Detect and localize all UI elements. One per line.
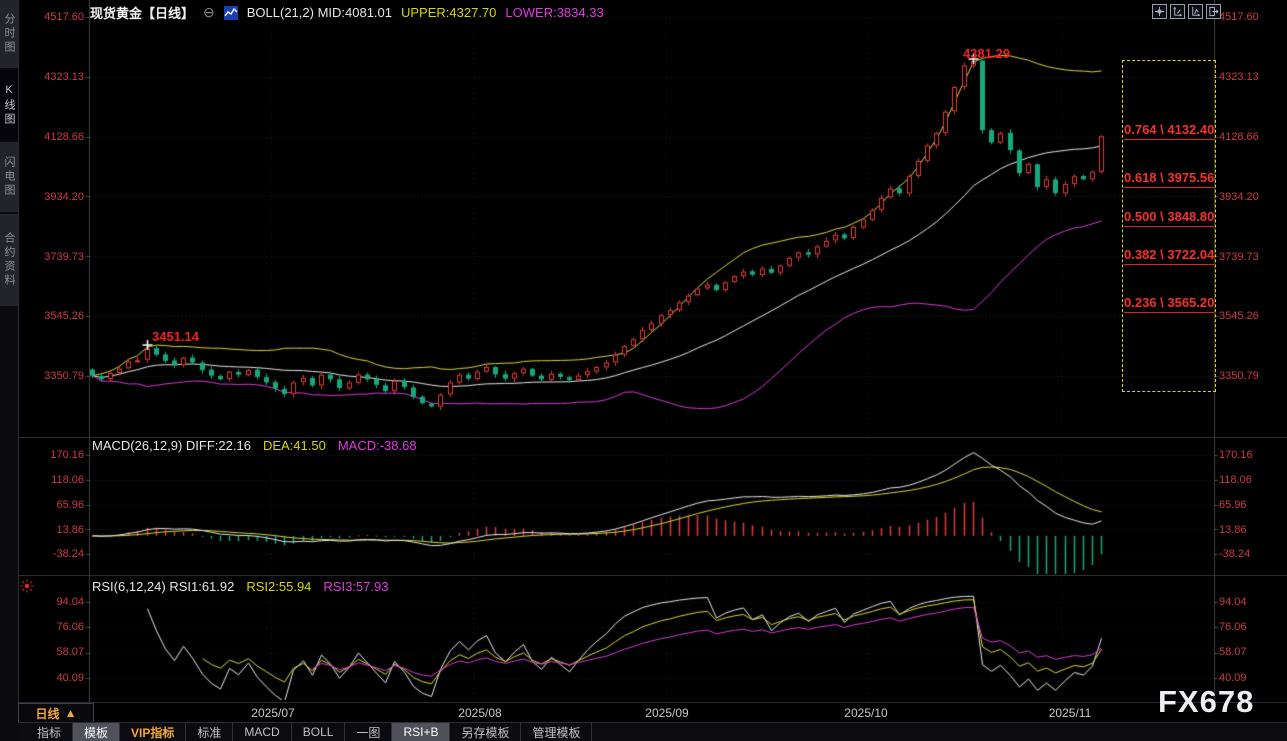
- sidebar-tab-lightning-chart[interactable]: 闪电图: [0, 142, 18, 212]
- tab-indicators[interactable]: 指标: [26, 723, 73, 741]
- macd-tick-label: -38.24: [1219, 548, 1250, 560]
- template-tab-bar: 指标 模板 VIP指标 标准 MACD BOLL 一图 RSI+B 另存模板 管…: [18, 722, 1287, 741]
- price-tick-label: 4323.13: [1219, 71, 1259, 83]
- macd-tick-label: -38.24: [32, 548, 84, 560]
- tab-save-template[interactable]: 另存模板: [450, 723, 521, 741]
- x-axis-month-label: 2025/08: [450, 706, 510, 720]
- rsi2-value: RSI2:55.94: [246, 579, 311, 594]
- price-tick-label: 3739.73: [32, 251, 84, 263]
- price-tick-label: 3934.20: [1219, 191, 1259, 203]
- chart-header: 现货黄金【日线】 ⊖ BOLL(21,2) MID:4081.01 UPPER:…: [90, 3, 604, 22]
- collapse-indicator-icon[interactable]: ⊖: [203, 4, 215, 21]
- price-tick-label: 4128.66: [1219, 131, 1259, 143]
- macd-tick-label: 13.86: [1219, 524, 1247, 536]
- fib-level-label: 0.764 \ 4132.40: [1124, 122, 1214, 140]
- macd-dea-value: DEA:41.50: [263, 438, 326, 453]
- fib-level-label: 0.618 \ 3975.56: [1124, 170, 1214, 188]
- sidebar-tab-kline-chart[interactable]: K线图: [0, 70, 18, 140]
- price-tick-label: 3739.73: [1219, 251, 1259, 263]
- boll-lower-value: LOWER:3834.33: [505, 5, 603, 20]
- price-tick-label: 3545.26: [1219, 310, 1259, 322]
- macd-indicator-row: MACD(26,12,9) DIFF:22.16 DEA:41.50 MACD:…: [92, 438, 417, 453]
- macd-tick-label: 65.96: [1219, 499, 1247, 511]
- macd-tick-label: 65.96: [32, 499, 84, 511]
- period-selector[interactable]: 日线 ▲: [18, 703, 94, 723]
- rsi-settings-icon[interactable]: [20, 579, 34, 593]
- boll-mid-value: BOLL(21,2) MID:4081.01: [247, 5, 392, 20]
- tab-one-chart[interactable]: 一图: [345, 723, 392, 741]
- price-tick-label: 3934.20: [32, 191, 84, 203]
- trading-app-window: 分时图 K线图 闪电图 合约资料 现货黄金【日线】 ⊖ BOLL(21,2) M…: [0, 0, 1287, 741]
- crosshair-tool-icon[interactable]: [1152, 4, 1167, 19]
- macd-tick-label: 170.16: [32, 449, 84, 461]
- rsi-tick-label: 40.09: [1219, 672, 1247, 684]
- macd-tick-label: 118.06: [1219, 474, 1252, 486]
- macd-diff-value: MACD(26,12,9) DIFF:22.16: [92, 438, 251, 453]
- fib-level-label: 0.500 \ 3848.80: [1124, 209, 1214, 227]
- tab-macd[interactable]: MACD: [233, 723, 291, 741]
- price-tick-label: 4517.60: [1219, 11, 1259, 23]
- rsi-tick-label: 94.04: [1219, 596, 1247, 608]
- x-axis-scale-icon[interactable]: [1188, 4, 1203, 19]
- price-tick-label: 3350.79: [1219, 370, 1259, 382]
- price-tick-label: 4517.60: [32, 11, 84, 23]
- period-label: 日线: [36, 705, 60, 722]
- tab-boll[interactable]: BOLL: [292, 723, 346, 741]
- tab-standard[interactable]: 标准: [186, 723, 233, 741]
- rsi-tick-label: 58.07: [1219, 646, 1247, 658]
- y-axis-scale-icon[interactable]: [1170, 4, 1185, 19]
- fib-level-label: 0.236 \ 3565.20: [1124, 295, 1214, 313]
- tab-rsi-b[interactable]: RSI+B: [392, 723, 450, 741]
- fib-level-label: 0.382 \ 3722.04: [1124, 247, 1214, 265]
- macd-hist-value: MACD:-38.68: [338, 438, 417, 453]
- rsi-tick-label: 58.07: [32, 646, 84, 658]
- x-axis-month-label: 2025/09: [637, 706, 697, 720]
- tab-manage-template[interactable]: 管理模板: [521, 723, 592, 741]
- price-tick-label: 4128.66: [32, 131, 84, 143]
- chart-canvas[interactable]: [0, 0, 1287, 741]
- exit-view-icon[interactable]: [1206, 4, 1221, 19]
- price-tick-label: 3545.26: [32, 310, 84, 322]
- tab-templates[interactable]: 模板: [73, 723, 120, 741]
- x-axis-month-label: 2025/11: [1040, 706, 1100, 720]
- chart-type-sidebar: 分时图 K线图 闪电图 合约资料: [0, 0, 19, 741]
- rsi-indicator-row: RSI(6,12,24) RSI1:61.92 RSI2:55.94 RSI3:…: [92, 579, 388, 594]
- tab-vip-indicators[interactable]: VIP指标: [120, 723, 186, 741]
- swing-high-annotation: 3451.14: [152, 329, 199, 344]
- peak-price-annotation: 4381.29: [963, 46, 1010, 61]
- rsi-tick-label: 40.09: [32, 672, 84, 684]
- chart-toolbar: [1152, 4, 1221, 19]
- symbol-title: 现货黄金【日线】: [90, 3, 194, 22]
- macd-tick-label: 170.16: [1219, 449, 1253, 461]
- boll-upper-value: UPPER:4327.70: [401, 5, 496, 20]
- rsi-tick-label: 76.06: [32, 621, 84, 633]
- x-axis-month-label: 2025/10: [836, 706, 896, 720]
- boll-indicator-icon[interactable]: [224, 6, 238, 20]
- macd-tick-label: 13.86: [32, 524, 84, 536]
- fx678-watermark: FX678: [1158, 684, 1254, 720]
- sidebar-tab-contract-info[interactable]: 合约资料: [0, 214, 18, 306]
- sidebar-tab-time-chart[interactable]: 分时图: [0, 0, 18, 68]
- rsi1-value: RSI(6,12,24) RSI1:61.92: [92, 579, 234, 594]
- price-tick-label: 4323.13: [32, 71, 84, 83]
- macd-tick-label: 118.06: [32, 474, 84, 486]
- rsi-tick-label: 94.04: [32, 596, 84, 608]
- panel-divider: [18, 702, 1287, 703]
- rsi-tick-label: 76.06: [1219, 621, 1247, 633]
- price-tick-label: 3350.79: [32, 370, 84, 382]
- x-axis-month-label: 2025/07: [243, 706, 303, 720]
- period-dropdown-arrow-icon: ▲: [65, 706, 77, 720]
- rsi3-value: RSI3:57.93: [323, 579, 388, 594]
- panel-divider: [18, 575, 1287, 576]
